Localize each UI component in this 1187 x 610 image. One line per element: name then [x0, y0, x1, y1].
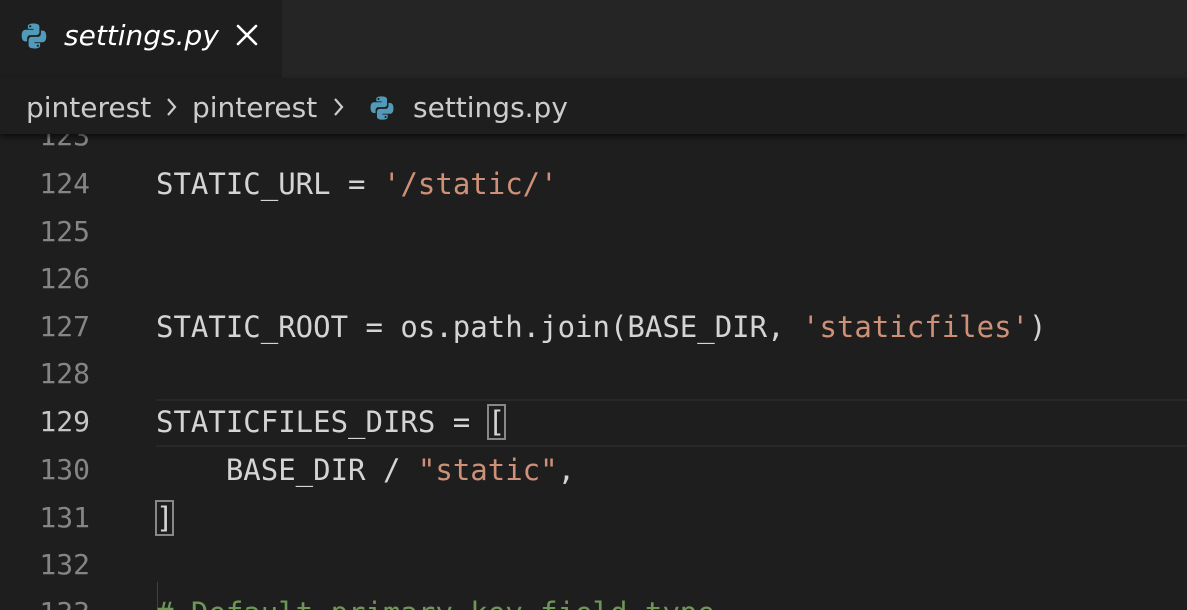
string-literal: 'staticfiles': [802, 310, 1029, 344]
line-number: 127: [39, 310, 90, 343]
close-icon[interactable]: [232, 20, 262, 50]
code-line-active: 129 STATICFILES_DIRS = [: [0, 398, 1187, 446]
code-text[interactable]: STATICFILES_DIRS = [: [156, 398, 507, 446]
code-token: BASE_DIR /: [156, 453, 418, 487]
code-line: 131 ]: [0, 494, 1187, 542]
code-line: 132: [0, 541, 1187, 589]
code-token: STATICFILES_DIRS =: [156, 405, 488, 439]
tab-settings-py[interactable]: settings.py: [0, 0, 282, 78]
line-number: 125: [39, 215, 90, 248]
code-text[interactable]: ]: [154, 494, 175, 542]
code-token: STATIC_ROOT = os.path.join(BASE_DIR,: [156, 310, 803, 344]
breadcrumb: pinterest pinterest settings.py: [0, 78, 1187, 134]
code-text[interactable]: STATIC_ROOT = os.path.join(BASE_DIR, 'st…: [156, 303, 1046, 351]
string-literal: '/static/': [382, 167, 558, 201]
bracket-match: ]: [154, 500, 175, 536]
bracket-match: [: [486, 404, 507, 440]
string-literal: "static": [417, 453, 558, 487]
line-number: 133: [0, 589, 90, 610]
breadcrumb-item-settings-py[interactable]: settings.py: [413, 88, 568, 128]
chevron-right-icon: [167, 98, 177, 116]
python-icon: [370, 96, 394, 120]
code-token: STATIC_URL =: [156, 167, 383, 201]
code-line: 123: [0, 134, 1187, 160]
line-number: 130: [39, 453, 90, 486]
code-line: 126: [0, 255, 1187, 303]
code-comment[interactable]: # Default primary key field type: [156, 589, 715, 610]
code-line: 127 STATIC_ROOT = os.path.join(BASE_DIR,…: [0, 303, 1187, 351]
code-line: 130 BASE_DIR / "static",: [0, 446, 1187, 494]
line-number-active: 129: [39, 405, 90, 438]
code-text[interactable]: BASE_DIR / "static",: [156, 446, 575, 494]
tab-bar: settings.py: [0, 0, 1187, 78]
breadcrumb-item-pinterest[interactable]: pinterest: [26, 88, 151, 128]
code-token: ): [1029, 310, 1047, 344]
chevron-right-icon: [334, 98, 344, 116]
code-line: 128: [0, 350, 1187, 398]
breadcrumb-item-pinterest-sub[interactable]: pinterest: [192, 88, 317, 128]
code-text[interactable]: STATIC_URL = '/static/': [156, 160, 558, 208]
line-number: 131: [39, 501, 90, 534]
tab-label: settings.py: [64, 19, 219, 52]
line-number: 128: [39, 357, 90, 390]
line-number: 124: [39, 167, 90, 200]
code-line: 133 # Default primary key field type: [0, 589, 1187, 610]
line-number: 132: [39, 548, 90, 581]
code-line: 125: [0, 208, 1187, 256]
python-icon: [21, 23, 47, 49]
code-editor[interactable]: 123 124 STATIC_URL = '/static/' 125 126 …: [0, 134, 1187, 610]
line-number: 126: [39, 262, 90, 295]
code-line: 124 STATIC_URL = '/static/': [0, 160, 1187, 208]
code-token: ,: [557, 453, 576, 487]
line-number: 123: [39, 134, 90, 152]
